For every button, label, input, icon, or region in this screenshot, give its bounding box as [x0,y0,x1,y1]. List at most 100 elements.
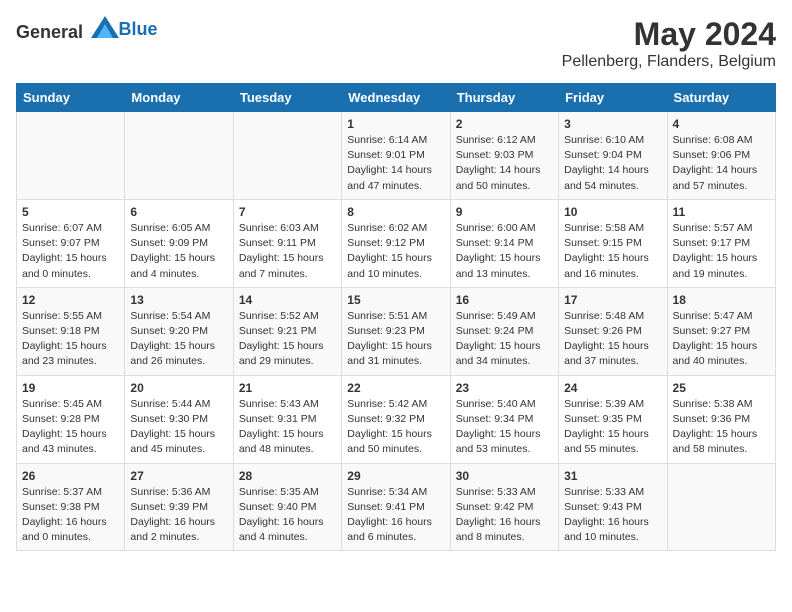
weekday-header-tuesday: Tuesday [233,84,341,112]
calendar-cell: 27 Sunrise: 5:36 AMSunset: 9:39 PMDayligh… [125,463,233,551]
day-number: 13 [130,293,227,307]
day-number: 26 [22,469,119,483]
day-number: 4 [673,117,770,131]
calendar-cell: 17Sunrise: 5:48 AMSunset: 9:26 PMDayligh… [559,287,667,375]
day-number: 9 [456,205,553,219]
day-info: Sunrise: 6:05 AMSunset: 9:09 PMDaylight:… [130,221,227,282]
calendar-cell: 4 Sunrise: 6:08 AMSunset: 9:06 PMDaylight… [667,112,775,200]
day-info: Sunrise: 6:12 AMSunset: 9:03 PMDaylight:… [456,133,553,194]
calendar-cell: 31Sunrise: 5:33 AMSunset: 9:43 PMDayligh… [559,463,667,551]
calendar-row-3: 12 Sunrise: 5:55 AMSunset: 9:18 PMDayligh… [17,287,776,375]
calendar-cell: 16 Sunrise: 5:49 AMSunset: 9:24 PMDayligh… [450,287,558,375]
day-info: Sunrise: 5:54 AMSunset: 9:20 PMDaylight:… [130,309,227,370]
day-number: 10 [564,205,661,219]
day-info: Sunrise: 5:55 AMSunset: 9:18 PMDaylight:… [22,309,119,370]
calendar-cell: 5 Sunrise: 6:07 AMSunset: 9:07 PMDaylight… [17,199,125,287]
logo-icon [91,16,119,38]
day-number: 15 [347,293,444,307]
day-info: Sunrise: 6:14 AMSunset: 9:01 PMDaylight:… [347,133,444,194]
weekday-header-saturday: Saturday [667,84,775,112]
day-info: Sunrise: 5:44 AMSunset: 9:30 PMDaylight:… [130,397,227,458]
calendar-row-2: 5 Sunrise: 6:07 AMSunset: 9:07 PMDaylight… [17,199,776,287]
day-info: Sunrise: 5:39 AMSunset: 9:35 PMDaylight:… [564,397,661,458]
logo-general-text: General [16,22,83,42]
day-info: Sunrise: 5:38 AMSunset: 9:36 PMDaylight:… [673,397,770,458]
weekday-header-thursday: Thursday [450,84,558,112]
weekday-header-wednesday: Wednesday [342,84,450,112]
calendar-cell: 10 Sunrise: 5:58 AMSunset: 9:15 PMDayligh… [559,199,667,287]
calendar-cell: 3Sunrise: 6:10 AMSunset: 9:04 PMDaylight… [559,112,667,200]
day-info: Sunrise: 6:03 AMSunset: 9:11 PMDaylight:… [239,221,336,282]
day-number: 30 [456,469,553,483]
day-info: Sunrise: 5:43 AMSunset: 9:31 PMDaylight:… [239,397,336,458]
calendar-cell: 11Sunrise: 5:57 AMSunset: 9:17 PMDayligh… [667,199,775,287]
day-number: 20 [130,381,227,395]
day-number: 21 [239,381,336,395]
calendar-cell: 28Sunrise: 5:35 AMSunset: 9:40 PMDayligh… [233,463,341,551]
day-number: 28 [239,469,336,483]
day-number: 14 [239,293,336,307]
header: General Blue May 2024 Pellenberg, Flande… [16,16,776,71]
day-number: 23 [456,381,553,395]
calendar-row-1: 1 Sunrise: 6:14 AMSunset: 9:01 PMDaylight… [17,112,776,200]
day-number: 19 [22,381,119,395]
calendar-cell: 30 Sunrise: 5:33 AMSunset: 9:42 PMDayligh… [450,463,558,551]
calendar-cell: 1 Sunrise: 6:14 AMSunset: 9:01 PMDaylight… [342,112,450,200]
day-number: 17 [564,293,661,307]
day-info: Sunrise: 5:47 AMSunset: 9:27 PMDaylight:… [673,309,770,370]
day-number: 29 [347,469,444,483]
day-info: Sunrise: 5:34 AMSunset: 9:41 PMDaylight:… [347,485,444,546]
day-number: 27 [130,469,227,483]
weekday-header-row: SundayMondayTuesdayWednesdayThursdayFrid… [17,84,776,112]
logo-blue-text: Blue [119,19,158,39]
month-title: May 2024 [562,16,776,53]
day-number: 22 [347,381,444,395]
calendar-cell: 2 Sunrise: 6:12 AMSunset: 9:03 PMDaylight… [450,112,558,200]
calendar-cell: 7 Sunrise: 6:03 AMSunset: 9:11 PMDaylight… [233,199,341,287]
day-number: 7 [239,205,336,219]
weekday-header-sunday: Sunday [17,84,125,112]
calendar-cell: 12 Sunrise: 5:55 AMSunset: 9:18 PMDayligh… [17,287,125,375]
calendar-cell: 26Sunrise: 5:37 AMSunset: 9:38 PMDayligh… [17,463,125,551]
day-number: 25 [673,381,770,395]
day-info: Sunrise: 5:51 AMSunset: 9:23 PMDaylight:… [347,309,444,370]
day-info: Sunrise: 5:40 AMSunset: 9:34 PMDaylight:… [456,397,553,458]
day-number: 24 [564,381,661,395]
day-info: Sunrise: 5:33 AMSunset: 9:42 PMDaylight:… [456,485,553,546]
day-info: Sunrise: 5:49 AMSunset: 9:24 PMDaylight:… [456,309,553,370]
calendar-cell [125,112,233,200]
calendar-cell: 20 Sunrise: 5:44 AMSunset: 9:30 PMDayligh… [125,375,233,463]
title-area: May 2024 Pellenberg, Flanders, Belgium [562,16,776,71]
calendar-cell: 18 Sunrise: 5:47 AMSunset: 9:27 PMDayligh… [667,287,775,375]
day-info: Sunrise: 5:58 AMSunset: 9:15 PMDaylight:… [564,221,661,282]
day-info: Sunrise: 5:33 AMSunset: 9:43 PMDaylight:… [564,485,661,546]
day-info: Sunrise: 5:57 AMSunset: 9:17 PMDaylight:… [673,221,770,282]
day-number: 12 [22,293,119,307]
day-info: Sunrise: 5:52 AMSunset: 9:21 PMDaylight:… [239,309,336,370]
calendar-cell [667,463,775,551]
day-info: Sunrise: 6:10 AMSunset: 9:04 PMDaylight:… [564,133,661,194]
day-number: 1 [347,117,444,131]
calendar-cell: 25 Sunrise: 5:38 AMSunset: 9:36 PMDayligh… [667,375,775,463]
logo: General Blue [16,16,158,43]
calendar-cell: 6 Sunrise: 6:05 AMSunset: 9:09 PMDaylight… [125,199,233,287]
day-info: Sunrise: 6:08 AMSunset: 9:06 PMDaylight:… [673,133,770,194]
day-info: Sunrise: 6:07 AMSunset: 9:07 PMDaylight:… [22,221,119,282]
location-title: Pellenberg, Flanders, Belgium [562,53,776,71]
calendar-cell [233,112,341,200]
day-number: 5 [22,205,119,219]
day-number: 8 [347,205,444,219]
day-info: Sunrise: 5:42 AMSunset: 9:32 PMDaylight:… [347,397,444,458]
weekday-header-friday: Friday [559,84,667,112]
calendar-cell: 19 Sunrise: 5:45 AMSunset: 9:28 PMDayligh… [17,375,125,463]
day-number: 16 [456,293,553,307]
day-number: 6 [130,205,227,219]
calendar-cell: 15 Sunrise: 5:51 AMSunset: 9:23 PMDayligh… [342,287,450,375]
day-info: Sunrise: 5:36 AMSunset: 9:39 PMDaylight:… [130,485,227,546]
day-info: Sunrise: 6:00 AMSunset: 9:14 PMDaylight:… [456,221,553,282]
day-number: 18 [673,293,770,307]
day-number: 2 [456,117,553,131]
calendar-row-4: 19 Sunrise: 5:45 AMSunset: 9:28 PMDayligh… [17,375,776,463]
calendar-cell: 24 Sunrise: 5:39 AMSunset: 9:35 PMDayligh… [559,375,667,463]
day-info: Sunrise: 5:45 AMSunset: 9:28 PMDaylight:… [22,397,119,458]
